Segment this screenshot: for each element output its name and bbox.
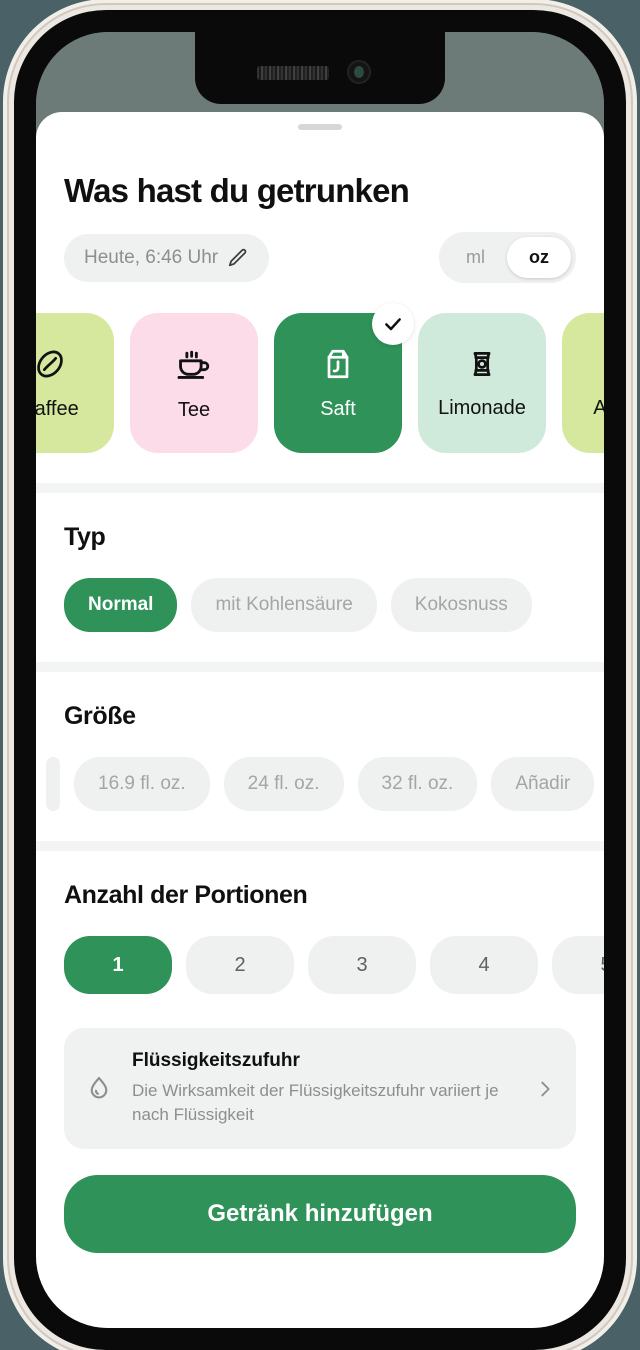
category-label: Kaffee [36, 397, 79, 420]
category-label: Tee [177, 398, 211, 421]
type-chip-row[interactable]: Normal mit Kohlensäure Kokosnuss [64, 578, 604, 632]
category-card-saft[interactable]: Saft [274, 303, 414, 453]
servings-chip-5[interactable]: 5 [552, 936, 604, 994]
servings-chip-2[interactable]: 2 [186, 936, 294, 994]
size-chip-24[interactable]: 24 fl. oz. [223, 757, 344, 811]
unit-toggle[interactable]: ml oz [439, 232, 576, 283]
hydration-info-card[interactable]: Flüssigkeitszufuhr Die Wirksamkeit der F… [64, 1028, 576, 1150]
servings-chip-1[interactable]: 1 [64, 936, 172, 994]
entry-time-button[interactable]: Heute, 6:46 Uhr [64, 233, 270, 282]
category-card-kaffee[interactable]: Kaffee [36, 313, 114, 453]
soda-can-icon [473, 351, 491, 376]
device-notch [195, 32, 445, 104]
section-title: Anzahl der Portionen [64, 881, 308, 909]
category-card-limonade[interactable]: Limonade [418, 313, 546, 453]
section-divider [36, 483, 604, 493]
entry-meta-row: Heute, 6:46 Uhr ml oz [36, 210, 604, 283]
add-drink-button[interactable]: Getränk hinzufügen [64, 1175, 576, 1254]
page-title: Was hast du getrunken [64, 172, 410, 209]
section-divider [36, 662, 604, 672]
status-bar-blurred [257, 66, 329, 80]
type-chip-normal[interactable]: Normal [64, 578, 178, 632]
category-label: Alkohol [593, 396, 604, 419]
servings-chip-3[interactable]: 3 [308, 936, 416, 994]
type-chip-coconut[interactable]: Kokosnuss [390, 578, 532, 632]
category-label: Saft [320, 397, 356, 420]
pencil-icon [229, 248, 247, 266]
size-chip-32[interactable]: 32 fl. oz. [357, 757, 478, 811]
unit-option-ml[interactable]: ml [444, 237, 507, 278]
info-card-description: Die Wirksamkeit der Flüssigkeitszufuhr v… [132, 1081, 499, 1125]
servings-chip-row[interactable]: 1 2 3 4 5 [64, 936, 604, 994]
juice-carton-icon [327, 349, 349, 378]
cta-wrap: Getränk hinzufügen [36, 1149, 604, 1254]
section-title: Typ [64, 523, 106, 551]
water-drop-icon [90, 1076, 108, 1098]
entry-time-label: Heute, 6:46 Uhr [84, 246, 219, 268]
servings-section: Anzahl der Portionen 1 2 3 4 5 [36, 851, 604, 1024]
info-card-text: Flüssigkeitszufuhr Die Wirksamkeit der F… [132, 1050, 516, 1127]
size-section: Größe 16.9 fl. oz. 24 fl. oz. 32 fl. oz.… [36, 672, 604, 841]
add-drink-sheet: Was hast du getrunken Heute, 6:46 Uhr ml… [36, 112, 604, 1328]
coffee-bean-icon [37, 350, 63, 377]
unit-option-oz[interactable]: oz [507, 237, 571, 278]
size-chip-16-9[interactable]: 16.9 fl. oz. [74, 757, 210, 811]
size-chip-row[interactable]: 16.9 fl. oz. 24 fl. oz. 32 fl. oz. Añadi… [46, 757, 604, 811]
teacup-icon [177, 350, 210, 379]
check-icon [385, 318, 401, 331]
phone-frame: Was hast du getrunken Heute, 6:46 Uhr ml… [14, 10, 626, 1350]
servings-chip-4[interactable]: 4 [430, 936, 538, 994]
size-chip-add[interactable]: Añadir [491, 757, 595, 811]
chevron-right-icon [541, 1081, 550, 1096]
type-section: Typ Normal mit Kohlensäure Kokosnuss [36, 493, 604, 662]
info-card-wrap: Flüssigkeitszufuhr Die Wirksamkeit der F… [36, 1024, 604, 1150]
drink-category-carousel[interactable]: Kaffee Tee [36, 283, 604, 483]
front-camera-icon [347, 60, 371, 84]
info-card-title: Flüssigkeitszufuhr [132, 1050, 300, 1071]
section-divider [36, 841, 604, 851]
size-chip-clipped-left[interactable] [46, 757, 60, 811]
category-label: Limonade [438, 396, 526, 419]
phone-screen: Was hast du getrunken Heute, 6:46 Uhr ml… [36, 32, 604, 1328]
selected-check-badge [372, 303, 414, 345]
category-card-alkohol[interactable]: Alkohol [562, 313, 604, 453]
category-card-tee[interactable]: Tee [130, 313, 258, 453]
section-title: Größe [64, 702, 136, 730]
type-chip-sparkling[interactable]: mit Kohlensäure [191, 578, 377, 632]
